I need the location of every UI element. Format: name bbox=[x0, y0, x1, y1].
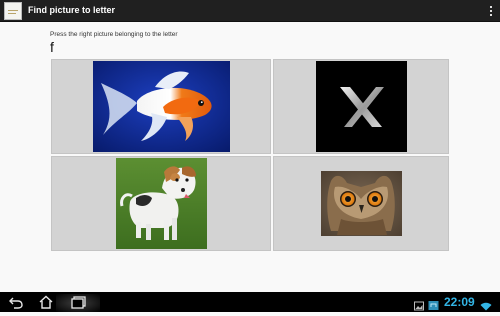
gallery-notification-icon[interactable] bbox=[414, 298, 424, 316]
app-title: Find picture to letter bbox=[28, 5, 116, 15]
store-notification-icon[interactable] bbox=[428, 298, 439, 316]
letter-x-picture bbox=[316, 61, 407, 152]
wifi-icon bbox=[480, 298, 492, 316]
overflow-menu-icon[interactable] bbox=[486, 4, 496, 18]
dog-picture bbox=[116, 158, 207, 249]
status-clock: 22:09 bbox=[444, 295, 475, 309]
option-cell-x[interactable] bbox=[273, 59, 449, 154]
back-icon[interactable] bbox=[8, 295, 24, 309]
recent-apps-icon[interactable] bbox=[66, 295, 92, 309]
target-letter: f bbox=[50, 39, 54, 55]
owl-picture bbox=[321, 171, 402, 236]
app-list-icon[interactable] bbox=[4, 2, 22, 20]
home-icon[interactable] bbox=[38, 295, 54, 309]
action-bar: Find picture to letter bbox=[0, 0, 500, 22]
goldfish-picture bbox=[93, 61, 230, 152]
option-cell-dog[interactable] bbox=[51, 156, 271, 251]
instruction-text: Press the right picture belonging to the… bbox=[50, 31, 178, 38]
option-cell-owl[interactable] bbox=[273, 156, 449, 251]
option-cell-goldfish[interactable] bbox=[51, 59, 271, 154]
